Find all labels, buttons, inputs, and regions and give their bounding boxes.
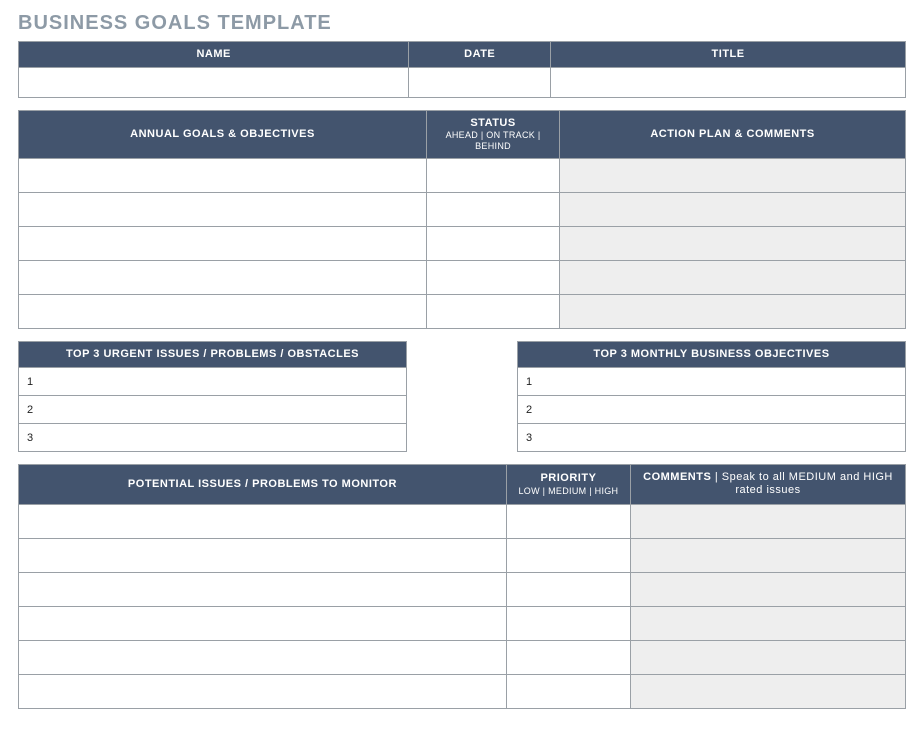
- header-annual-goals: ANNUAL GOALS & OBJECTIVES: [19, 111, 427, 159]
- table-cell[interactable]: 1: [19, 368, 407, 396]
- table-cell[interactable]: [506, 572, 630, 606]
- table-cell[interactable]: 2: [518, 396, 906, 424]
- table-cell[interactable]: [631, 640, 906, 674]
- two-column-section: TOP 3 URGENT ISSUES / PROBLEMS / OBSTACL…: [18, 341, 906, 452]
- cell-name[interactable]: [19, 68, 409, 98]
- table-cell[interactable]: [560, 294, 906, 328]
- table-cell[interactable]: [631, 538, 906, 572]
- header-status: STATUS AHEAD | ON TRACK | BEHIND: [427, 111, 560, 159]
- header-priority: PRIORITY LOW | MEDIUM | HIGH: [506, 465, 630, 504]
- table-cell[interactable]: [631, 572, 906, 606]
- table-cell[interactable]: [427, 192, 560, 226]
- table-cell[interactable]: [506, 538, 630, 572]
- table-cell[interactable]: 1: [518, 368, 906, 396]
- table-cell[interactable]: 2: [19, 396, 407, 424]
- header-monthly-objectives: TOP 3 MONTHLY BUSINESS OBJECTIVES: [518, 341, 906, 367]
- info-table: NAME DATE TITLE: [18, 41, 906, 98]
- table-cell[interactable]: [19, 572, 507, 606]
- header-title: TITLE: [551, 42, 906, 68]
- potential-issues-table: POTENTIAL ISSUES / PROBLEMS TO MONITOR P…: [18, 464, 906, 708]
- header-priority-label: PRIORITY: [540, 472, 596, 484]
- table-cell[interactable]: [631, 504, 906, 538]
- header-name: NAME: [19, 42, 409, 68]
- header-potential-issues: POTENTIAL ISSUES / PROBLEMS TO MONITOR: [19, 465, 507, 504]
- table-cell[interactable]: [560, 192, 906, 226]
- table-cell[interactable]: 3: [19, 424, 407, 452]
- table-cell[interactable]: [19, 226, 427, 260]
- table-cell[interactable]: [19, 192, 427, 226]
- urgent-issues-table: TOP 3 URGENT ISSUES / PROBLEMS / OBSTACL…: [18, 341, 407, 452]
- table-cell[interactable]: [631, 606, 906, 640]
- table-cell[interactable]: [19, 504, 507, 538]
- table-cell[interactable]: [560, 260, 906, 294]
- header-urgent-issues: TOP 3 URGENT ISSUES / PROBLEMS / OBSTACL…: [19, 341, 407, 367]
- table-cell[interactable]: [427, 260, 560, 294]
- header-date: DATE: [409, 42, 551, 68]
- table-cell[interactable]: [19, 158, 427, 192]
- header-priority-sub: LOW | MEDIUM | HIGH: [511, 486, 626, 497]
- table-cell[interactable]: [427, 226, 560, 260]
- table-cell[interactable]: [19, 640, 507, 674]
- table-cell[interactable]: [506, 640, 630, 674]
- table-cell[interactable]: [506, 606, 630, 640]
- header-status-sub: AHEAD | ON TRACK | BEHIND: [431, 130, 555, 152]
- table-cell[interactable]: [427, 158, 560, 192]
- annual-goals-table: ANNUAL GOALS & OBJECTIVES STATUS AHEAD |…: [18, 110, 906, 329]
- table-cell[interactable]: [560, 158, 906, 192]
- table-cell[interactable]: [19, 538, 507, 572]
- monthly-objectives-table: TOP 3 MONTHLY BUSINESS OBJECTIVES 1 2 3: [517, 341, 906, 452]
- page-title: BUSINESS GOALS TEMPLATE: [18, 12, 906, 35]
- header-action-plan: ACTION PLAN & COMMENTS: [560, 111, 906, 159]
- table-cell[interactable]: [560, 226, 906, 260]
- table-cell[interactable]: [19, 294, 427, 328]
- table-cell[interactable]: [427, 294, 560, 328]
- table-cell[interactable]: [506, 674, 630, 708]
- header-status-label: STATUS: [470, 117, 515, 129]
- table-cell[interactable]: 3: [518, 424, 906, 452]
- table-cell[interactable]: [19, 674, 507, 708]
- table-cell[interactable]: [506, 504, 630, 538]
- cell-date[interactable]: [409, 68, 551, 98]
- header-comments: COMMENTS | Speak to all MEDIUM and HIGH …: [631, 465, 906, 504]
- table-cell[interactable]: [631, 674, 906, 708]
- cell-title[interactable]: [551, 68, 906, 98]
- table-cell[interactable]: [19, 606, 507, 640]
- table-cell[interactable]: [19, 260, 427, 294]
